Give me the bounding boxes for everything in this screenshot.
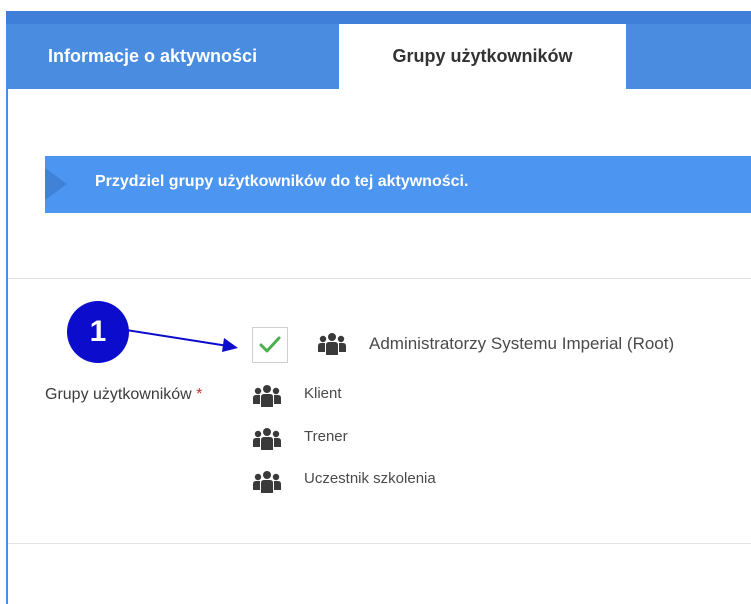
divider-top bbox=[8, 278, 751, 279]
annotation-number: 1 bbox=[89, 315, 107, 348]
tab-activity-info[interactable]: Informacje o aktywności bbox=[28, 24, 316, 89]
group-label-client[interactable]: Klient bbox=[304, 385, 342, 402]
tab-label: Grupy użytkowników bbox=[392, 46, 573, 66]
field-label-user-groups: Grupy użytkowników * bbox=[45, 384, 215, 406]
divider-bottom bbox=[8, 543, 751, 544]
banner-text: Przydziel grupy użytkowników do tej akty… bbox=[95, 173, 469, 190]
tab-user-groups[interactable]: Grupy użytkowników bbox=[339, 24, 626, 89]
users-group-icon bbox=[252, 384, 282, 408]
banner-notch bbox=[45, 168, 67, 200]
group-label-participant[interactable]: Uczestnik szkolenia bbox=[304, 470, 436, 487]
checkmark-icon bbox=[259, 336, 281, 353]
users-group-icon bbox=[252, 427, 282, 451]
panel-left-border bbox=[6, 24, 8, 604]
annotation-arrow-icon bbox=[120, 328, 238, 352]
group-label-trainer[interactable]: Trener bbox=[304, 428, 348, 445]
group-checkbox-root[interactable] bbox=[252, 327, 288, 363]
required-marker: * bbox=[196, 386, 203, 403]
users-group-icon bbox=[252, 470, 282, 494]
tab-bar-top-strip bbox=[6, 11, 751, 24]
users-group-icon bbox=[317, 332, 347, 356]
field-label-text: Grupy użytkowników bbox=[45, 386, 192, 403]
group-label-root[interactable]: Administratorzy Systemu Imperial (Root) bbox=[369, 334, 674, 354]
tab-label: Informacje o aktywności bbox=[48, 46, 258, 66]
